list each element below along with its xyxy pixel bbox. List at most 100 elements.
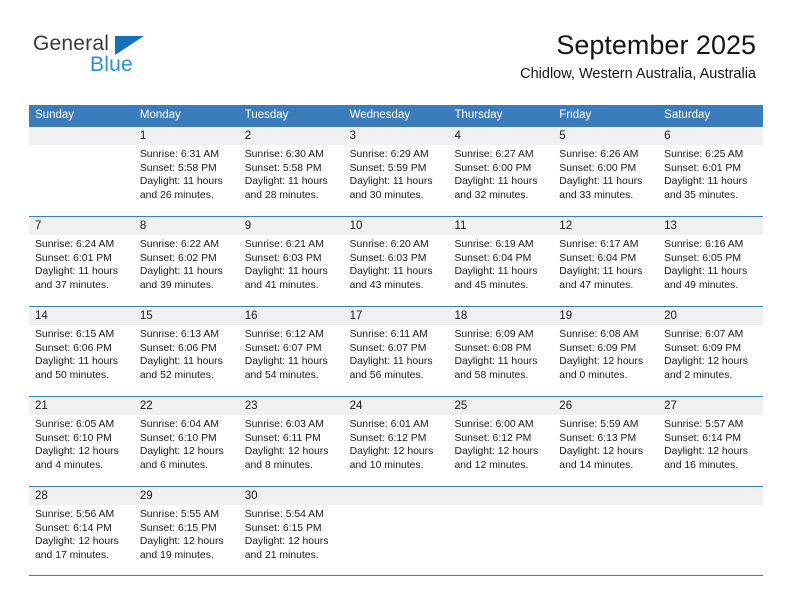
day-cell[interactable]: 13 Sunrise: 6:16 AM Sunset: 6:05 PM Dayligh… (658, 217, 764, 306)
day-detail-sunrise: Sunrise: 6:04 AM (139, 419, 219, 430)
day-number: 30 (238, 487, 344, 505)
day-detail-sunset: Sunset: 6:04 PM (454, 252, 532, 264)
day-detail-daylight-line1: Daylight: 11 hours (35, 356, 118, 368)
day-detail-daylight-line1: Daylight: 11 hours (244, 356, 328, 368)
day-cell[interactable]: 24 Sunrise: 6:01 AM Sunset: 6:12 PM Dayligh… (343, 397, 449, 486)
day-number: 27 (658, 397, 764, 415)
page-title: September 2025 (556, 30, 756, 60)
day-detail-sunset: Sunset: 6:11 PM (244, 432, 321, 444)
day-detail-sunrise: Sunrise: 6:17 AM (559, 239, 639, 250)
calendar-page: General Blue September 2025 Chidlow, Wes… (0, 0, 792, 612)
day-cell[interactable]: 22 Sunrise: 6:04 AM Sunset: 6:10 PM Dayligh… (133, 397, 239, 486)
day-detail-daylight-line2: and 39 minutes. (139, 279, 214, 291)
day-detail-sunrise: Sunrise: 6:20 AM (349, 239, 429, 250)
day-detail-sunset: Sunset: 6:00 PM (559, 162, 637, 174)
day-cell[interactable]: 27 Sunrise: 5:57 AM Sunset: 6:14 PM Dayligh… (658, 397, 764, 486)
day-cell[interactable]: 20 Sunrise: 6:07 AM Sunset: 6:09 PM Dayligh… (658, 307, 764, 396)
day-detail-daylight-line1: Daylight: 11 hours (139, 266, 223, 278)
week-row: 28 Sunrise: 5:56 AM Sunset: 6:14 PM Dayligh… (29, 486, 764, 576)
day-detail-sunrise: Sunrise: 6:25 AM (664, 149, 744, 160)
day-detail-sunset: Sunset: 6:08 PM (454, 342, 532, 354)
day-detail-daylight-line1: Daylight: 12 hours (559, 356, 644, 368)
day-detail-daylight-line2: and 16 minutes. (664, 459, 739, 471)
day-cell[interactable]: 1 Sunrise: 6:31 AM Sunset: 5:58 PM Daylight… (133, 127, 239, 216)
day-cell[interactable]: 16 Sunrise: 6:12 AM Sunset: 6:07 PM Dayligh… (238, 307, 344, 396)
day-detail-sunrise: Sunrise: 6:13 AM (139, 329, 219, 340)
day-number: 26 (553, 397, 659, 415)
day-cell[interactable]: 2 Sunrise: 6:30 AM Sunset: 5:58 PM Daylight… (238, 127, 344, 216)
day-detail-daylight-line2: and 43 minutes. (349, 279, 424, 291)
day-detail-daylight-line1: Daylight: 11 hours (139, 176, 223, 188)
day-cell[interactable]: 5 Sunrise: 6:26 AM Sunset: 6:00 PM Daylight… (553, 127, 659, 216)
day-detail-sunrise: Sunrise: 5:55 AM (139, 509, 219, 520)
day-number: 29 (133, 487, 239, 505)
day-number (29, 127, 134, 145)
day-cell[interactable]: 4 Sunrise: 6:27 AM Sunset: 6:00 PM Daylight… (448, 127, 554, 216)
day-detail-daylight-line1: Daylight: 11 hours (454, 266, 538, 278)
day-number: 12 (553, 217, 659, 235)
day-detail-daylight-line2: and 14 minutes. (559, 459, 634, 471)
day-detail-sunrise: Sunrise: 6:29 AM (349, 149, 429, 160)
day-detail-daylight-line2: and 49 minutes. (664, 279, 739, 291)
day-details: Sunrise: 6:19 AM Sunset: 6:04 PM Daylight:… (448, 235, 553, 292)
day-cell[interactable]: 11 Sunrise: 6:19 AM Sunset: 6:04 PM Dayligh… (448, 217, 554, 306)
day-number: 28 (29, 487, 134, 505)
day-number: 6 (658, 127, 764, 145)
title-block: September 2025 Chidlow, Western Australi… (520, 30, 756, 83)
day-cell[interactable]: 21 Sunrise: 6:05 AM Sunset: 6:10 PM Dayligh… (29, 397, 134, 486)
weekday-header-monday: Monday (139, 109, 181, 121)
day-detail-sunset: Sunset: 6:05 PM (664, 252, 741, 264)
day-cell[interactable]: 19 Sunrise: 6:08 AM Sunset: 6:09 PM Dayligh… (553, 307, 659, 396)
day-detail-sunrise: Sunrise: 5:59 AM (559, 419, 639, 430)
day-detail-daylight-line2: and 58 minutes. (454, 369, 529, 381)
day-number: 20 (658, 307, 764, 325)
day-number: 2 (238, 127, 344, 145)
day-detail-daylight-line1: Daylight: 12 hours (244, 446, 329, 458)
day-detail-sunset: Sunset: 6:14 PM (664, 432, 741, 444)
weekday-header-friday: Friday (559, 109, 592, 121)
day-details: Sunrise: 6:16 AM Sunset: 6:05 PM Daylight:… (658, 235, 763, 292)
day-detail-sunrise: Sunrise: 5:56 AM (35, 509, 115, 520)
day-number: 19 (553, 307, 659, 325)
day-details: Sunrise: 6:08 AM Sunset: 6:09 PM Daylight:… (553, 325, 658, 382)
day-cell-empty (658, 487, 764, 575)
day-details: Sunrise: 6:05 AM Sunset: 6:10 PM Daylight:… (29, 415, 134, 472)
day-details: Sunrise: 6:04 AM Sunset: 6:10 PM Daylight:… (134, 415, 239, 472)
day-detail-sunrise: Sunrise: 6:09 AM (454, 329, 534, 340)
day-detail-daylight-line1: Daylight: 12 hours (664, 446, 748, 458)
day-detail-daylight-line2: and 26 minutes. (139, 189, 214, 201)
day-cell[interactable]: 17 Sunrise: 6:11 AM Sunset: 6:07 PM Dayligh… (343, 307, 449, 396)
calendar-grid: Sunday Monday Tuesday Wednesday Thursday Frid… (29, 105, 764, 576)
day-cell[interactable]: 7 Sunrise: 6:24 AM Sunset: 6:01 PM Daylight… (29, 217, 134, 306)
day-cell[interactable]: 14 Sunrise: 6:15 AM Sunset: 6:06 PM Dayligh… (29, 307, 134, 396)
day-cell[interactable]: 12 Sunrise: 6:17 AM Sunset: 6:04 PM Dayligh… (553, 217, 659, 306)
day-detail-daylight-line2: and 12 minutes. (454, 459, 529, 471)
day-detail-sunrise: Sunrise: 6:19 AM (454, 239, 534, 250)
day-cell[interactable]: 28 Sunrise: 5:56 AM Sunset: 6:14 PM Dayligh… (29, 487, 134, 575)
day-detail-daylight-line2: and 19 minutes. (139, 549, 214, 561)
day-cell[interactable]: 15 Sunrise: 6:13 AM Sunset: 6:06 PM Dayligh… (133, 307, 239, 396)
day-cell[interactable]: 8 Sunrise: 6:22 AM Sunset: 6:02 PM Daylight… (133, 217, 239, 306)
day-cell[interactable]: 6 Sunrise: 6:25 AM Sunset: 6:01 PM Daylight… (658, 127, 764, 216)
day-cell[interactable]: 10 Sunrise: 6:20 AM Sunset: 6:03 PM Dayligh… (343, 217, 449, 306)
day-cell[interactable]: 9 Sunrise: 6:21 AM Sunset: 6:03 PM Daylight… (238, 217, 344, 306)
day-details: Sunrise: 6:13 AM Sunset: 6:06 PM Daylight:… (134, 325, 239, 382)
day-cell[interactable]: 23 Sunrise: 6:03 AM Sunset: 6:11 PM Dayligh… (238, 397, 344, 486)
day-details: Sunrise: 5:54 AM Sunset: 6:15 PM Daylight:… (239, 505, 344, 562)
day-detail-daylight-line2: and 30 minutes. (349, 189, 424, 201)
day-detail-sunrise: Sunrise: 5:57 AM (664, 419, 744, 430)
day-detail-sunset: Sunset: 5:58 PM (139, 162, 217, 174)
day-cell[interactable]: 29 Sunrise: 5:55 AM Sunset: 6:15 PM Dayligh… (133, 487, 239, 575)
day-details: Sunrise: 5:59 AM Sunset: 6:13 PM Daylight:… (553, 415, 658, 472)
day-cell[interactable]: 26 Sunrise: 5:59 AM Sunset: 6:13 PM Dayligh… (553, 397, 659, 486)
day-cell[interactable]: 30 Sunrise: 5:54 AM Sunset: 6:15 PM Dayligh… (238, 487, 344, 575)
day-cell[interactable]: 3 Sunrise: 6:29 AM Sunset: 5:59 PM Daylight… (343, 127, 449, 216)
day-cell[interactable]: 25 Sunrise: 6:00 AM Sunset: 6:12 PM Dayligh… (448, 397, 554, 486)
day-number: 21 (29, 397, 134, 415)
day-cell[interactable]: 18 Sunrise: 6:09 AM Sunset: 6:08 PM Dayligh… (448, 307, 554, 396)
day-detail-sunset: Sunset: 6:14 PM (35, 522, 112, 534)
day-number: 16 (238, 307, 344, 325)
weekday-header-wednesday: Wednesday (349, 109, 411, 121)
general-blue-logo[interactable]: General Blue (33, 33, 213, 83)
calendar-weeks: 1 Sunrise: 6:31 AM Sunset: 5:58 PM Daylight… (29, 126, 764, 576)
